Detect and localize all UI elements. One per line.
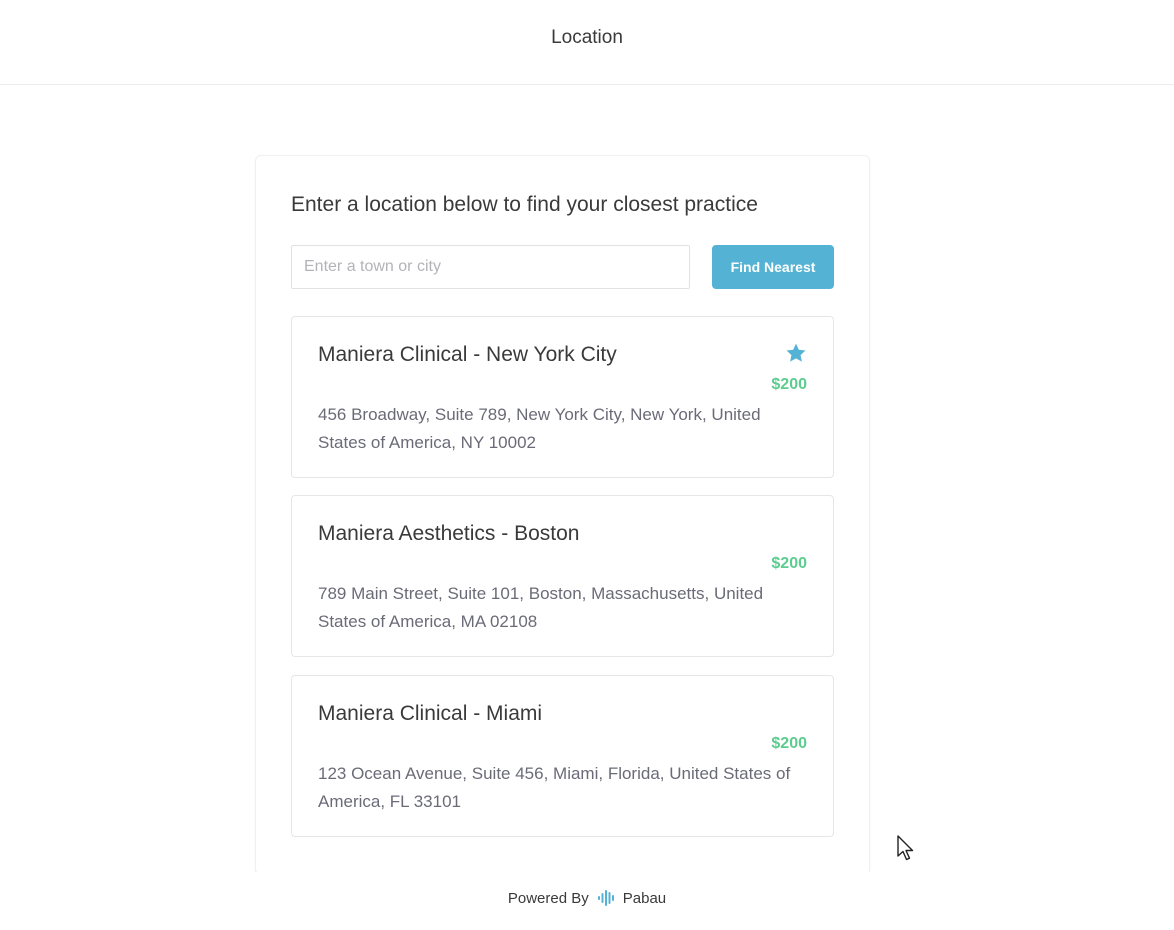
top-bar: Location	[0, 0, 1174, 85]
location-search-input[interactable]	[291, 245, 690, 289]
location-card-boston[interactable]: Maniera Aesthetics - Boston $200 789 Mai…	[291, 495, 834, 657]
pabau-logo-icon	[597, 890, 614, 906]
mouse-cursor-icon	[897, 835, 914, 861]
location-name: Maniera Aesthetics - Boston	[318, 522, 580, 545]
page-title: Location	[551, 27, 623, 48]
location-price: $200	[771, 555, 807, 572]
panel-heading: Enter a location below to find your clos…	[291, 193, 758, 216]
location-panel: Enter a location below to find your clos…	[255, 155, 870, 875]
brand-name: Pabau	[622, 889, 667, 907]
powered-by[interactable]: Powered By Pabau	[508, 889, 666, 907]
location-address: 456 Broadway, Suite 789, New York City, …	[318, 405, 761, 452]
location-name: Maniera Clinical - New York City	[318, 343, 617, 366]
location-address: 789 Main Street, Suite 101, Boston, Mass…	[318, 584, 764, 631]
star-icon[interactable]	[785, 342, 807, 364]
location-card-new-york[interactable]: Maniera Clinical - New York City $200 45…	[291, 316, 834, 478]
powered-by-label: Powered By	[507, 889, 589, 907]
location-price: $200	[771, 735, 807, 752]
footer: Powered By Pabau	[0, 872, 1174, 930]
location-card-miami[interactable]: Maniera Clinical - Miami $200 123 Ocean …	[291, 675, 834, 837]
location-name: Maniera Clinical - Miami	[318, 702, 543, 725]
location-address: 123 Ocean Avenue, Suite 456, Miami, Flor…	[318, 764, 791, 811]
location-price: $200	[771, 376, 807, 393]
find-nearest-button[interactable]: Find Nearest	[712, 245, 834, 289]
